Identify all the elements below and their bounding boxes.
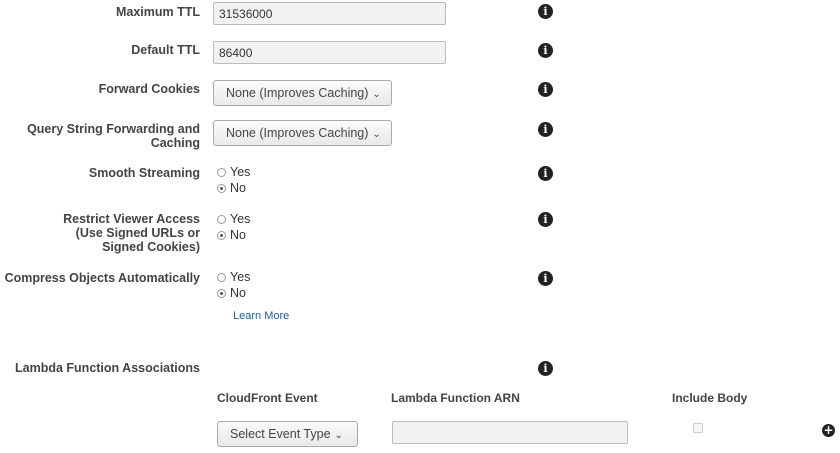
restrict-viewer-label: Restrict Viewer Access (Use Signed URLs …	[63, 212, 200, 254]
max-ttl-label: Maximum TTL	[115, 5, 200, 19]
info-icon[interactable]: i	[538, 271, 553, 286]
radio-button[interactable]	[217, 272, 226, 282]
forward-cookies-label: Forward Cookies	[98, 82, 200, 96]
learn-more-link[interactable]: Learn More	[233, 310, 289, 322]
default-ttl-label: Default TTL	[131, 43, 200, 57]
query-string-value: None (Improves Caching)	[226, 126, 369, 140]
max-ttl-input[interactable]	[213, 2, 446, 25]
smooth-streaming-no[interactable]: No	[217, 180, 246, 196]
event-type-value: Select Event Type	[230, 427, 331, 441]
query-string-label: Query String Forwarding and Caching	[27, 122, 200, 150]
include-body-header: Include Body	[672, 391, 748, 405]
info-icon[interactable]: i	[538, 122, 553, 137]
include-body-checkbox[interactable]	[693, 423, 703, 433]
lambda-associations-label: Lambda Function Associations	[15, 361, 200, 375]
compress-no[interactable]: No	[217, 285, 246, 301]
query-string-select[interactable]: None (Improves Caching) ⌄	[213, 120, 392, 146]
compress-yes[interactable]: Yes	[217, 269, 250, 285]
plus-circle-icon[interactable]: +	[822, 424, 835, 437]
restrict-viewer-no[interactable]: No	[217, 227, 246, 243]
forward-cookies-value: None (Improves Caching)	[226, 86, 369, 100]
smooth-streaming-label: Smooth Streaming	[88, 166, 200, 180]
info-icon[interactable]: i	[538, 166, 553, 181]
chevron-down-icon: ⌄	[372, 88, 381, 100]
info-icon[interactable]: i	[538, 361, 553, 376]
info-icon[interactable]: i	[538, 82, 553, 97]
chevron-down-icon: ⌄	[372, 128, 381, 140]
info-icon[interactable]: i	[538, 212, 553, 227]
cloudfront-event-header: CloudFront Event	[217, 391, 318, 405]
forward-cookies-select[interactable]: None (Improves Caching) ⌄	[213, 80, 392, 106]
restrict-viewer-yes[interactable]: Yes	[217, 211, 250, 227]
chevron-down-icon: ⌄	[334, 429, 343, 441]
smooth-streaming-yes[interactable]: Yes	[217, 164, 250, 180]
radio-button-checked[interactable]	[217, 183, 226, 193]
lambda-arn-input[interactable]	[392, 421, 628, 444]
event-type-select[interactable]: Select Event Type ⌄	[217, 421, 358, 447]
compress-objects-label: Compress Objects Automatically	[4, 271, 200, 285]
default-ttl-input[interactable]	[213, 41, 446, 64]
radio-button-checked[interactable]	[217, 288, 226, 298]
radio-button[interactable]	[217, 167, 226, 177]
radio-button-checked[interactable]	[217, 230, 226, 240]
lambda-arn-header: Lambda Function ARN	[391, 391, 520, 405]
info-icon[interactable]: i	[538, 4, 553, 19]
info-icon[interactable]: i	[538, 43, 553, 58]
radio-button[interactable]	[217, 214, 226, 224]
